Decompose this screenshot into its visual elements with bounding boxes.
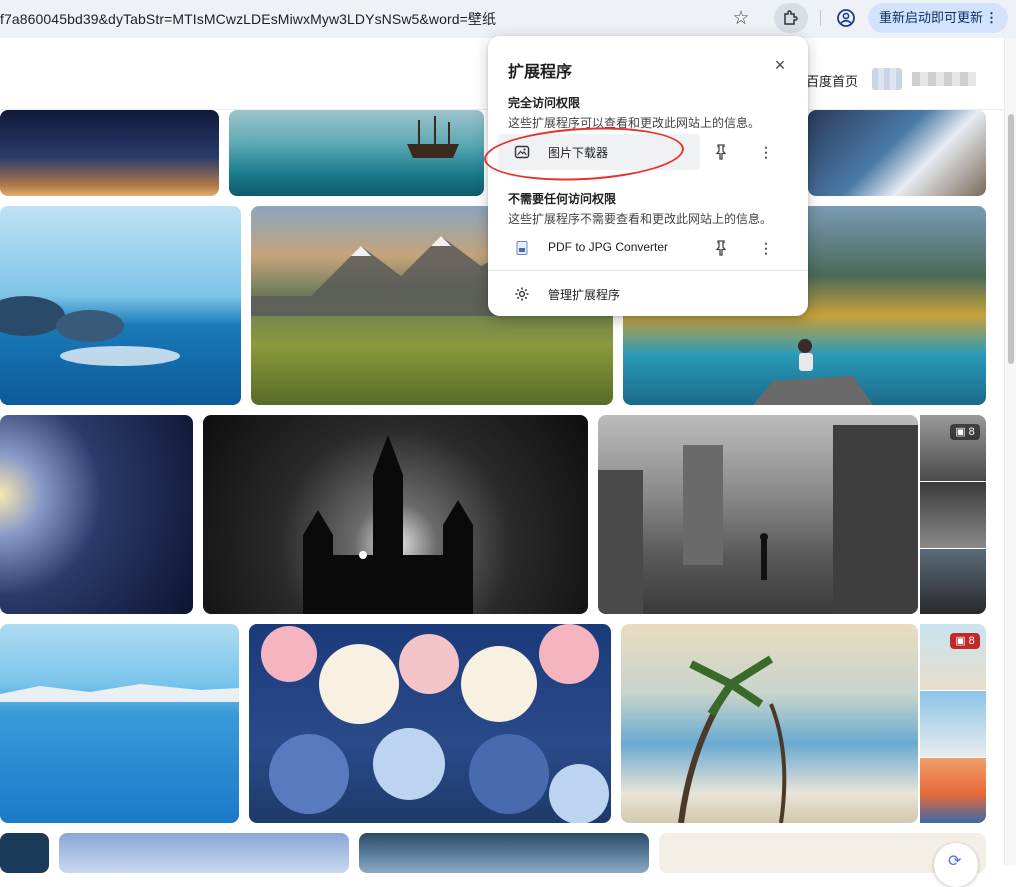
manage-extensions-label: 管理扩展程序 <box>548 288 621 302</box>
image-tile-mountain-lake[interactable] <box>808 110 986 196</box>
gallery-icon: ▣ <box>955 635 966 647</box>
side-thumb-ruins-2[interactable] <box>920 482 986 548</box>
popup-divider <box>488 270 808 271</box>
image-count-badge: ▣ 8 <box>950 633 980 649</box>
pin-icon[interactable] <box>714 240 730 256</box>
ruined-buildings <box>598 425 918 614</box>
more-options-icon[interactable]: ⋮ <box>758 144 774 160</box>
image-tile-row5-1[interactable] <box>0 833 49 873</box>
profile-icon[interactable] <box>836 8 856 28</box>
user-avatar[interactable] <box>872 68 902 90</box>
bookmark-star-icon[interactable]: ☆ <box>730 7 752 29</box>
gear-icon <box>515 287 529 301</box>
update-label: 重新启动即可更新 <box>879 10 984 25</box>
page-scrollbar[interactable] <box>1004 38 1016 865</box>
extensions-button[interactable] <box>774 3 808 33</box>
image-tile-anime-clouds[interactable] <box>249 624 611 823</box>
image-tile-ruined-city[interactable] <box>598 415 918 614</box>
full-access-description: 这些扩展程序可以查看和更改此网站上的信息。 <box>508 116 761 130</box>
image-tile-starry-beach[interactable] <box>0 110 219 196</box>
image-download-icon <box>514 145 530 159</box>
pin-icon[interactable] <box>714 144 730 160</box>
side-thumb-ruins-3[interactable] <box>920 549 986 614</box>
puzzle-icon <box>784 10 798 25</box>
image-tile-row5-3[interactable] <box>359 833 649 873</box>
dolphin-shapes <box>0 296 180 366</box>
user-name-blurred[interactable] <box>912 72 976 86</box>
image-tile-palm-beach[interactable] <box>621 624 918 823</box>
image-tile-pirate-ship[interactable] <box>229 110 484 196</box>
ship-silhouette <box>407 116 459 158</box>
palm-trees <box>678 655 787 823</box>
close-icon[interactable]: × <box>770 55 790 75</box>
baidu-home-link[interactable]: 百度首页 <box>806 71 858 90</box>
no-access-description: 这些扩展程序不需要查看和更改此网站上的信息。 <box>508 212 773 226</box>
image-tile-calm-sea[interactable] <box>0 624 239 823</box>
full-access-title: 完全访问权限 <box>508 96 581 110</box>
manage-extensions-item[interactable]: 管理扩展程序 <box>488 280 808 308</box>
side-thumb-beach-3[interactable] <box>920 758 986 823</box>
cloud-shapes <box>261 624 609 823</box>
badge-count: 8 <box>968 426 975 438</box>
more-options-icon[interactable]: ⋮ <box>758 240 774 256</box>
image-tile-row5-2[interactable] <box>59 833 349 873</box>
popup-title: 扩展程序 <box>508 64 573 81</box>
scrollbar-thumb[interactable] <box>1008 114 1014 364</box>
image-tile-dark-castle[interactable] <box>203 415 588 614</box>
badge-count: 8 <box>968 635 975 647</box>
address-bar[interactable]: f7a860045bd39&dyTabStr=MTIsMCwzLDEsMiwxM… <box>0 9 496 29</box>
side-thumb-beach-2[interactable] <box>920 691 986 757</box>
image-tile-galaxy[interactable] <box>0 415 193 614</box>
gallery-icon: ▣ <box>955 426 966 438</box>
extension-name: PDF to JPG Converter <box>548 240 669 254</box>
floating-action-icon[interactable]: ⟳ <box>934 843 978 887</box>
image-count-badge: ▣ 8 <box>950 424 980 440</box>
relaunch-update-button[interactable]: 重新启动即可更新 ⋮ <box>868 3 1008 33</box>
update-menu-icon[interactable]: ⋮ <box>985 3 998 33</box>
no-access-title: 不需要任何访问权限 <box>508 192 617 206</box>
castle-silhouette <box>303 435 473 614</box>
iceberg-horizon <box>0 684 239 702</box>
image-tile-dolphins[interactable] <box>0 206 241 405</box>
extension-item-image-downloader[interactable]: 图片下载器 <box>498 134 700 170</box>
pdf-file-icon <box>516 241 528 255</box>
toolbar-separator <box>820 10 821 26</box>
extension-name: 图片下载器 <box>548 146 609 160</box>
browser-toolbar: f7a860045bd39&dyTabStr=MTIsMCwzLDEsMiwxM… <box>0 0 1016 38</box>
extensions-popup: 扩展程序 × 完全访问权限 这些扩展程序可以查看和更改此网站上的信息。 图片下载… <box>488 36 808 316</box>
refresh-icon: ⟳ <box>948 851 962 870</box>
